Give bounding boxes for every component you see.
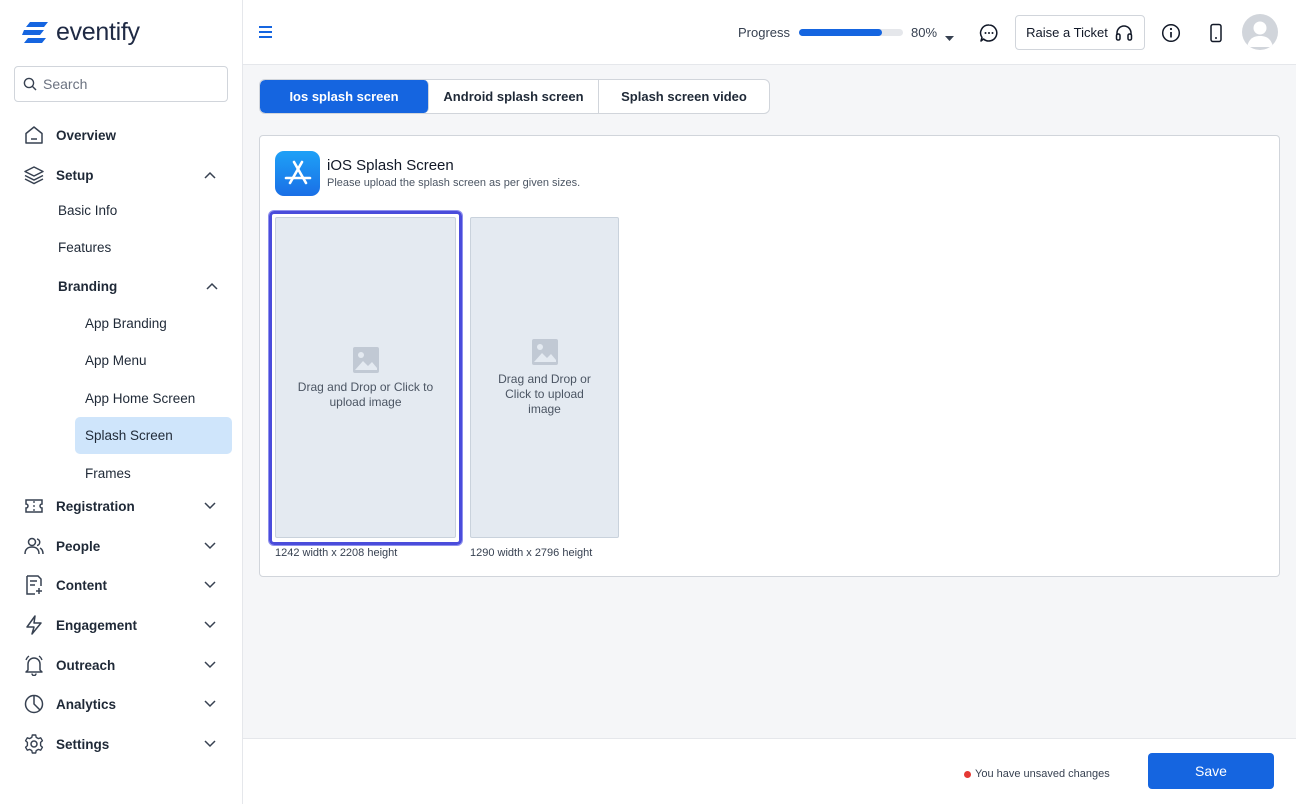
caret-down-icon[interactable] — [945, 29, 954, 47]
raise-ticket-button[interactable]: Raise a Ticket — [1015, 15, 1145, 50]
home-icon — [22, 123, 46, 147]
headset-icon — [1115, 24, 1133, 41]
brand-name: eventify — [56, 18, 140, 46]
tab-android-splash-screen[interactable]: Android splash screen — [429, 80, 599, 113]
image-placeholder-icon — [531, 339, 558, 365]
chevron-down-icon — [202, 498, 218, 514]
sidebar-item-outreach[interactable]: Outreach — [22, 653, 222, 677]
sidebar-item-analytics[interactable]: Analytics — [22, 692, 222, 716]
pie-chart-icon — [22, 692, 46, 716]
sidebar-item-frames[interactable]: Frames — [85, 466, 131, 481]
document-add-icon — [22, 573, 46, 597]
upload-dropzone-1242x2208[interactable]: Drag and Drop or Click to upload image — [275, 217, 456, 538]
user-icon — [1247, 21, 1273, 47]
app-store-icon — [275, 151, 320, 196]
sidebar-item-app-branding[interactable]: App Branding — [85, 316, 167, 331]
avatar[interactable] — [1242, 14, 1278, 50]
sidebar-item-setup[interactable]: Setup — [22, 163, 222, 187]
status-dot — [964, 770, 971, 778]
image-placeholder-icon — [352, 346, 379, 373]
search-icon — [23, 77, 37, 91]
sidebar-item-people[interactable]: People — [22, 534, 222, 558]
upload-hint: Drag and Drop or Click to upload image — [498, 372, 591, 416]
chevron-up-icon — [206, 277, 218, 295]
raise-ticket-label: Raise a Ticket — [1026, 25, 1108, 40]
bell-icon — [22, 653, 46, 677]
logo[interactable]: eventify — [22, 18, 140, 47]
sidebar-item-label: Settings — [56, 736, 110, 752]
sidebar-item-splash-screen[interactable]: Splash Screen — [85, 428, 173, 443]
tab-ios-splash-screen[interactable]: Ios splash screen — [260, 80, 429, 113]
top-header: Progress 80% Raise a Ticket — [243, 0, 1296, 65]
people-icon — [22, 534, 46, 558]
progress-bar — [799, 29, 903, 36]
sidebar-item-engagement[interactable]: Engagement — [22, 613, 222, 637]
tab-splash-screen-video[interactable]: Splash screen video — [599, 80, 769, 113]
sidebar-item-label: People — [56, 538, 101, 554]
splash-tabs: Ios splash screen Android splash screen … — [259, 79, 770, 114]
chevron-down-icon — [202, 577, 218, 593]
sidebar-item-label: Outreach — [56, 657, 116, 673]
ios-splash-card: iOS Splash Screen Please upload the spla… — [259, 135, 1280, 577]
upload-dropzone-1290x2796[interactable]: Drag and Drop or Click to upload image — [470, 217, 619, 538]
lightning-icon — [22, 613, 46, 637]
sidebar-item-app-home-screen[interactable]: App Home Screen — [85, 391, 195, 406]
mobile-phone-icon[interactable] — [1204, 21, 1228, 45]
progress-label: Progress — [738, 25, 791, 40]
chat-icon[interactable] — [977, 21, 1001, 45]
search-input[interactable] — [43, 76, 213, 92]
info-icon[interactable] — [1159, 21, 1183, 45]
sidebar-item-app-menu[interactable]: App Menu — [85, 353, 147, 368]
chevron-down-icon — [202, 696, 218, 712]
chevron-down-icon — [202, 538, 218, 554]
sidebar-item-label: Branding — [58, 278, 118, 294]
chevron-down-icon — [202, 736, 218, 752]
sidebar-item-label: Setup — [56, 167, 94, 183]
sidebar-item-registration[interactable]: Registration — [22, 494, 222, 518]
eventify-logo-icon — [22, 21, 48, 43]
upload-hint: Drag and Drop or Click to upload image — [297, 379, 434, 409]
save-button[interactable]: Save — [1148, 753, 1274, 789]
sidebar-item-overview[interactable]: Overview — [22, 123, 222, 147]
sidebar-item-settings[interactable]: Settings — [22, 732, 222, 756]
hamburger-menu-icon[interactable] — [258, 24, 273, 44]
sidebar-item-content[interactable]: Content — [22, 573, 222, 597]
sidebar-item-branding[interactable]: Branding — [58, 276, 222, 296]
sidebar-item-basic-info[interactable]: Basic Info — [58, 203, 117, 218]
gear-icon — [22, 732, 46, 756]
layers-icon — [22, 163, 46, 187]
progress-percent: 80% — [911, 25, 938, 40]
sidebar-item-label: Overview — [56, 127, 117, 143]
sidebar-item-label: Engagement — [56, 617, 138, 633]
sidebar-item-label: Analytics — [56, 696, 117, 712]
unsaved-changes-indicator: You have unsaved changes — [964, 768, 1110, 780]
upload-size-label: 1290 width x 2796 height — [470, 547, 593, 559]
chevron-down-icon — [202, 657, 218, 673]
sidebar-item-features[interactable]: Features — [58, 240, 111, 255]
sidebar: eventify Overview Setup Basic Info Featu… — [0, 0, 243, 804]
sidebar-item-label: Content — [56, 577, 107, 593]
chevron-down-icon — [202, 617, 218, 633]
sidebar-item-label: Registration — [56, 498, 135, 514]
card-title: iOS Splash Screen — [327, 157, 454, 174]
upload-size-label: 1242 width x 2208 height — [275, 547, 398, 559]
card-subtitle: Please upload the splash screen as per g… — [327, 177, 581, 189]
search-box[interactable] — [14, 66, 228, 102]
chevron-up-icon — [202, 167, 218, 183]
footer-bar: You have unsaved changes Save — [243, 738, 1296, 804]
progress-bar-fill — [799, 29, 883, 36]
unsaved-changes-text: You have unsaved changes — [975, 768, 1110, 780]
ticket-icon — [22, 494, 46, 518]
